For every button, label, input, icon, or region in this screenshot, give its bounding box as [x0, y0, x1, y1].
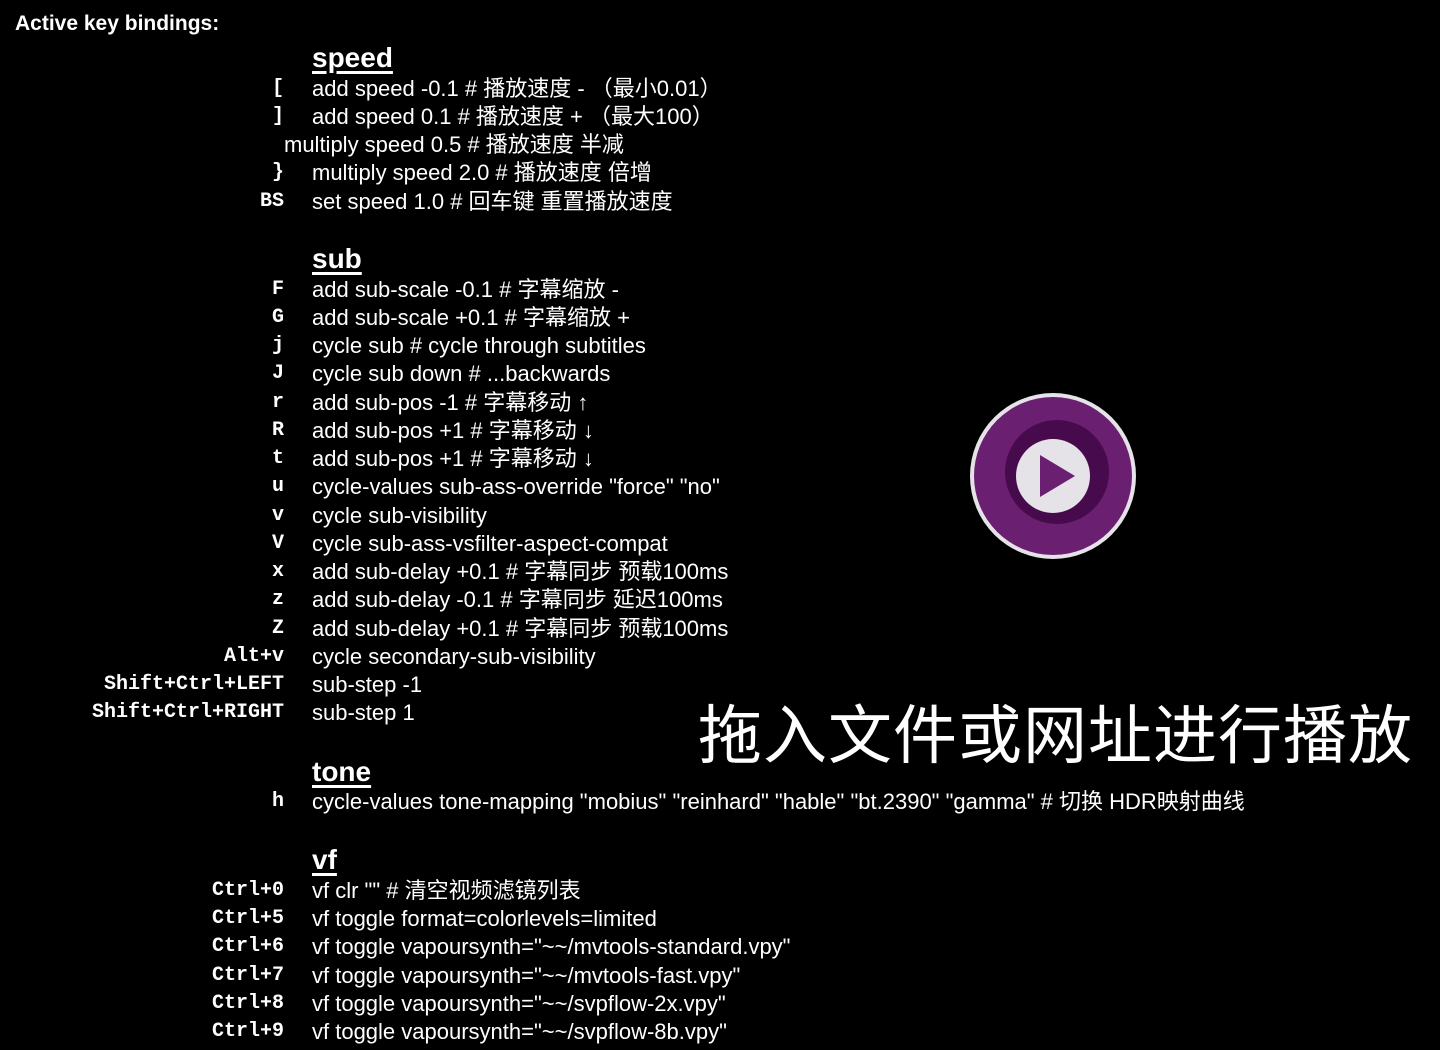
- binding-row: Alt+v cycle secondary-sub-visibility: [0, 643, 1440, 671]
- binding-row: F add sub-scale -0.1 # 字幕缩放 -: [0, 276, 1440, 304]
- drop-file-hint: 拖入文件或网址进行播放: [698, 700, 1413, 774]
- binding-row: R add sub-pos +1 # 字幕移动 ↓: [0, 417, 1440, 445]
- binding-key: u: [271, 475, 284, 498]
- binding-key: z: [271, 588, 284, 611]
- binding-command: cycle-values sub-ass-override "force" "n…: [312, 474, 720, 499]
- binding-key: Ctrl+0: [211, 879, 284, 902]
- binding-row: z add sub-delay -0.1 # 字幕同步 延迟100ms: [0, 586, 1440, 614]
- binding-key: G: [271, 306, 284, 329]
- binding-command: add sub-pos +1 # 字幕移动 ↓: [312, 446, 594, 471]
- section-title-sub: sub: [312, 243, 362, 274]
- section-title-tone: tone: [312, 756, 372, 787]
- binding-row: v cycle sub-visibility: [0, 502, 1440, 530]
- binding-key: j: [271, 334, 284, 357]
- binding-command: add sub-scale +0.1 # 字幕缩放 +: [312, 305, 630, 330]
- binding-command: cycle sub-visibility: [312, 503, 487, 528]
- binding-command: vf clr "" # 清空视频滤镜列表: [312, 878, 581, 903]
- section-title-vf: vf: [312, 844, 337, 875]
- binding-key: Ctrl+9: [211, 1020, 284, 1043]
- binding-row: u cycle-values sub-ass-override "force" …: [0, 473, 1440, 501]
- binding-row: V cycle sub-ass-vsfilter-aspect-compat: [0, 530, 1440, 558]
- binding-command: add sub-delay -0.1 # 字幕同步 延迟100ms: [312, 587, 723, 612]
- binding-key: r: [271, 391, 284, 414]
- binding-command: vf toggle vapoursynth="~~/mvtools-fast.v…: [312, 963, 741, 988]
- binding-row: Ctrl+5 vf toggle format=colorlevels=limi…: [0, 905, 1440, 933]
- binding-key: BS: [259, 190, 284, 213]
- binding-row: r add sub-pos -1 # 字幕移动 ↑: [0, 389, 1440, 417]
- binding-key: Ctrl+7: [211, 964, 284, 987]
- binding-key: Ctrl+5: [211, 907, 284, 930]
- binding-key: v: [271, 504, 284, 527]
- binding-command: add sub-pos +1 # 字幕移动 ↓: [312, 418, 594, 443]
- binding-row: Ctrl+8 vf toggle vapoursynth="~~/svpflow…: [0, 990, 1440, 1018]
- binding-row: G add sub-scale +0.1 # 字幕缩放 +: [0, 304, 1440, 332]
- binding-command: multiply speed 2.0 # 播放速度 倍增: [312, 160, 652, 185]
- binding-key: Ctrl+6: [211, 935, 284, 958]
- binding-command: vf toggle vapoursynth="~~/svpflow-8b.vpy…: [312, 1019, 727, 1044]
- binding-key: Alt+v: [223, 645, 284, 668]
- binding-row: x add sub-delay +0.1 # 字幕同步 预载100ms: [0, 558, 1440, 586]
- binding-row: t add sub-pos +1 # 字幕移动 ↓: [0, 445, 1440, 473]
- binding-key: J: [271, 362, 284, 385]
- binding-key: Shift+Ctrl+RIGHT: [91, 701, 284, 724]
- binding-command: cycle-values tone-mapping "mobius" "rein…: [312, 789, 1245, 814]
- binding-command: sub-step 1: [312, 700, 415, 725]
- binding-row: h cycle-values tone-mapping "mobius" "re…: [0, 788, 1440, 816]
- binding-command: add sub-delay +0.1 # 字幕同步 预载100ms: [312, 559, 729, 584]
- binding-command: cycle sub # cycle through subtitles: [312, 333, 646, 358]
- binding-command: add sub-delay +0.1 # 字幕同步 预载100ms: [312, 616, 729, 641]
- binding-row: Ctrl+9 vf toggle vapoursynth="~~/svpflow…: [0, 1018, 1440, 1046]
- binding-row: ] add speed 0.1 # 播放速度 + （最大100）: [0, 103, 1440, 131]
- binding-key: Shift+Ctrl+LEFT: [103, 673, 284, 696]
- binding-row: } multiply speed 2.0 # 播放速度 倍增: [0, 159, 1440, 187]
- binding-key: t: [271, 447, 284, 470]
- binding-row: Ctrl+0 vf clr "" # 清空视频滤镜列表: [0, 877, 1440, 905]
- binding-key: F: [271, 278, 284, 301]
- binding-row: Z add sub-delay +0.1 # 字幕同步 预载100ms: [0, 615, 1440, 643]
- binding-key: Z: [271, 617, 284, 640]
- binding-command: cycle secondary-sub-visibility: [312, 644, 596, 669]
- binding-key: }: [271, 161, 284, 184]
- binding-command: add speed -0.1 # 播放速度 - （最小0.01）: [312, 76, 722, 101]
- binding-row: Shift+Ctrl+LEFT sub-step -1: [0, 671, 1440, 699]
- binding-command: add sub-pos -1 # 字幕移动 ↑: [312, 390, 589, 415]
- binding-command: multiply speed 0.5 # 播放速度 半减: [284, 132, 624, 157]
- binding-key: h: [271, 790, 284, 813]
- binding-row: multiply speed 0.5 # 播放速度 半减: [0, 131, 1440, 159]
- binding-key: [: [271, 77, 284, 100]
- binding-row: Ctrl+7 vf toggle vapoursynth="~~/mvtools…: [0, 962, 1440, 990]
- bindings-list: speed [ add speed -0.1 # 播放速度 - （最小0.01）…: [0, 0, 1440, 1050]
- mpv-play-icon[interactable]: [969, 392, 1137, 560]
- binding-row: J cycle sub down # ...backwards: [0, 360, 1440, 388]
- binding-key: x: [271, 560, 284, 583]
- binding-command: sub-step -1: [312, 672, 423, 697]
- binding-command: vf toggle vapoursynth="~~/mvtools-standa…: [312, 934, 791, 959]
- binding-command: add sub-scale -0.1 # 字幕缩放 -: [312, 277, 619, 302]
- binding-command: set speed 1.0 # 回车键 重置播放速度: [312, 189, 673, 214]
- mpv-logo-svg: [970, 393, 1136, 559]
- binding-key: ]: [271, 105, 284, 128]
- binding-key: R: [271, 419, 284, 442]
- binding-command: add speed 0.1 # 播放速度 + （最大100）: [312, 104, 714, 129]
- section-title-speed: speed: [312, 42, 393, 73]
- binding-row: Ctrl+6 vf toggle vapoursynth="~~/mvtools…: [0, 933, 1440, 961]
- binding-key: Ctrl+8: [211, 992, 284, 1015]
- binding-row: BS set speed 1.0 # 回车键 重置播放速度: [0, 188, 1440, 216]
- binding-command: cycle sub-ass-vsfilter-aspect-compat: [312, 531, 668, 556]
- binding-command: vf toggle vapoursynth="~~/svpflow-2x.vpy…: [312, 991, 726, 1016]
- binding-command: vf toggle format=colorlevels=limited: [312, 906, 657, 931]
- binding-row: j cycle sub # cycle through subtitles: [0, 332, 1440, 360]
- binding-command: cycle sub down # ...backwards: [312, 361, 611, 386]
- binding-row: [ add speed -0.1 # 播放速度 - （最小0.01）: [0, 75, 1440, 103]
- binding-key: V: [271, 532, 284, 555]
